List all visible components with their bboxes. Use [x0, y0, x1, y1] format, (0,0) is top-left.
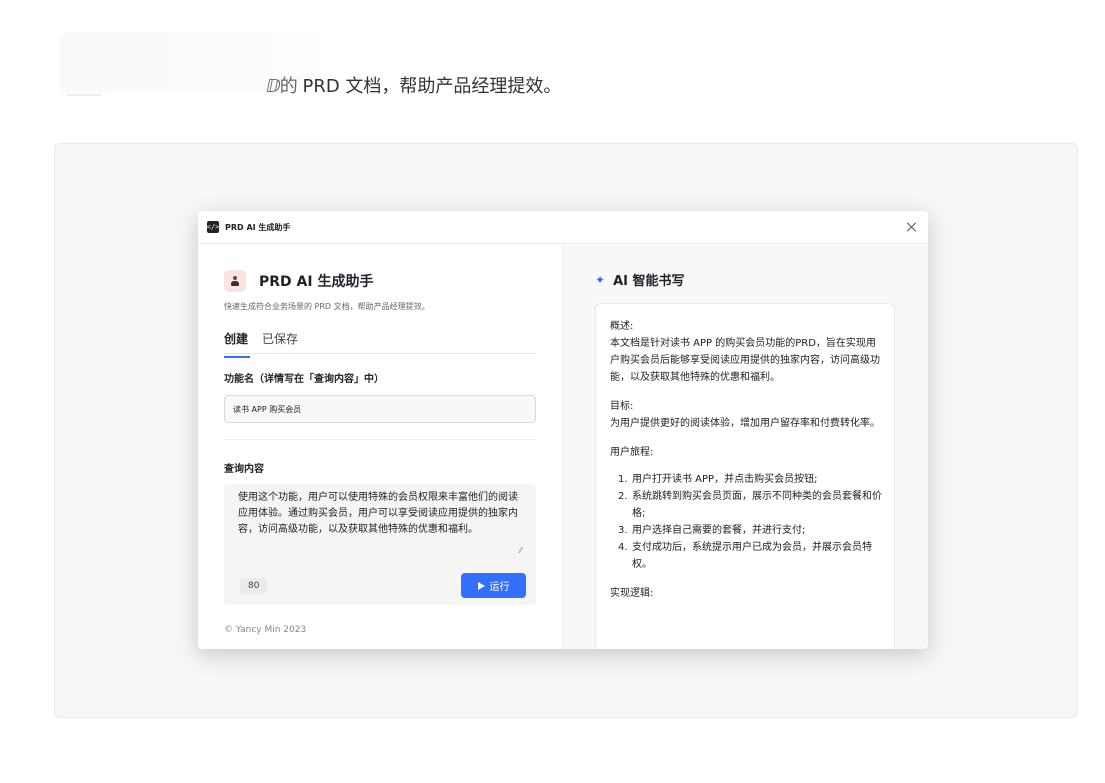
list-number: 1. [618, 474, 628, 485]
divider [224, 439, 536, 440]
window-titlebar: </> PRD AI 生成助手 [198, 211, 928, 244]
list-item: 1. 用户打开读书 APP，并点击购买会员按钮; [618, 471, 882, 488]
app-header: PRD AI 生成助手 [224, 270, 536, 292]
journey-heading: 用户旅程: [610, 447, 654, 458]
close-icon[interactable] [905, 220, 919, 234]
tab-saved[interactable]: 已保存 [262, 330, 298, 353]
list-item: 2. 系统跳转到购买会员页面，展示不同种类的会员套餐和价格; [618, 488, 882, 522]
implementation-heading: 实现逻辑: [610, 588, 654, 599]
list-text: 用户选择自己需要的套餐，并进行支付; [632, 525, 806, 536]
sparkle-icon: ✦ [595, 272, 606, 287]
right-panel: ✦ AI 智能书写 概述: 本文档是针对读书 APP 的购买会员功能的PRD，旨… [562, 244, 928, 649]
left-panel: PRD AI 生成助手 快速生成符合业务场景的 PRD 文档，帮助产品经理提效。… [198, 244, 562, 649]
output-title: AI 智能书写 [613, 274, 685, 289]
query-label: 查询内容 [224, 464, 264, 475]
query-text: 使用这个功能，用户可以使用特殊的会员权限来丰富他们的阅读应用体验。通过购买会员，… [238, 492, 518, 535]
code-icon: </> [206, 221, 220, 233]
tab-bar: 创建 已保存 [224, 330, 536, 358]
overview-heading: 概述: [610, 321, 634, 332]
page-title: PRD AI 生成助手 [259, 274, 374, 290]
page-caption: ⅅ的 PRD 文档，帮助产品经理提效。 [266, 72, 561, 98]
overview-text: 本文档是针对读书 APP 的购买会员功能的PRD，旨在实现用户购买会员后能够享受… [610, 338, 880, 383]
copyright-footer: © Yancy Min 2023 [224, 625, 307, 635]
tab-create[interactable]: 创建 [224, 330, 251, 358]
generated-document: 概述: 本文档是针对读书 APP 的购买会员功能的PRD，旨在实现用户购买会员后… [595, 303, 895, 649]
person-icon [230, 275, 240, 287]
overview-section: 概述: 本文档是针对读书 APP 的购买会员功能的PRD，旨在实现用户购买会员后… [610, 318, 882, 386]
caption-text: PRD 文档，帮助产品经理提效。 [296, 76, 562, 97]
run-button[interactable]: 运行 [461, 573, 526, 598]
implementation-section: 实现逻辑: [610, 585, 882, 602]
play-icon [477, 581, 485, 590]
resize-handle-icon[interactable]: ⁄⁄ [519, 546, 522, 555]
page-subtitle: 快速生成符合业务场景的 PRD 文档，帮助产品经理提效。 [224, 302, 430, 311]
feature-name-label: 功能名（详情写在「查询内容」中） [224, 374, 384, 385]
goal-section: 目标: 为用户提供更好的阅读体验，增加用户留存率和付费转化率。 [610, 398, 882, 432]
journey-list: 1. 用户打开读书 APP，并点击购买会员按钮; 2. 系统跳转到购买会员页面，展示… [610, 471, 882, 573]
feature-name-input[interactable]: 读书 APP 购买会员 [224, 395, 536, 423]
list-item: 4. 支付成功后，系统提示用户已成为会员，并展示会员特权。 [618, 539, 882, 573]
char-count-badge: 80 [240, 578, 268, 594]
goal-heading: 目标: [610, 401, 634, 412]
run-button-label: 运行 [489, 582, 510, 593]
list-item: 3. 用户选择自己需要的套餐，并进行支付; [618, 522, 882, 539]
query-textarea[interactable]: 使用这个功能，用户可以使用特殊的会员权限来丰富他们的阅读应用体验。通过购买会员，… [224, 484, 536, 605]
list-text: 系统跳转到购买会员页面，展示不同种类的会员套餐和价格; [632, 491, 882, 519]
window-body: PRD AI 生成助手 快速生成符合业务场景的 PRD 文档，帮助产品经理提效。… [198, 244, 928, 649]
list-text: 用户打开读书 APP，并点击购买会员按钮; [632, 474, 818, 485]
list-number: 3. [618, 525, 628, 536]
list-text: 支付成功后，系统提示用户已成为会员，并展示会员特权。 [632, 542, 872, 570]
app-window: </> PRD AI 生成助手 PRD AI 生成助手 快速生成符合业务场景的 … [198, 211, 928, 649]
list-number: 4. [618, 542, 628, 553]
goal-text: 为用户提供更好的阅读体验，增加用户留存率和付费转化率。 [610, 418, 880, 429]
avatar [224, 270, 246, 292]
blurred-underline [66, 94, 102, 96]
output-header: ✦ AI 智能书写 [595, 270, 896, 290]
list-number: 2. [618, 491, 628, 502]
caption-smudged-text: ⅅ的 [266, 76, 298, 97]
window-title: PRD AI 生成助手 [225, 222, 291, 232]
journey-section: 用户旅程: 1. 用户打开读书 APP，并点击购买会员按钮; 2. 系统跳转到购买会… [610, 444, 882, 573]
